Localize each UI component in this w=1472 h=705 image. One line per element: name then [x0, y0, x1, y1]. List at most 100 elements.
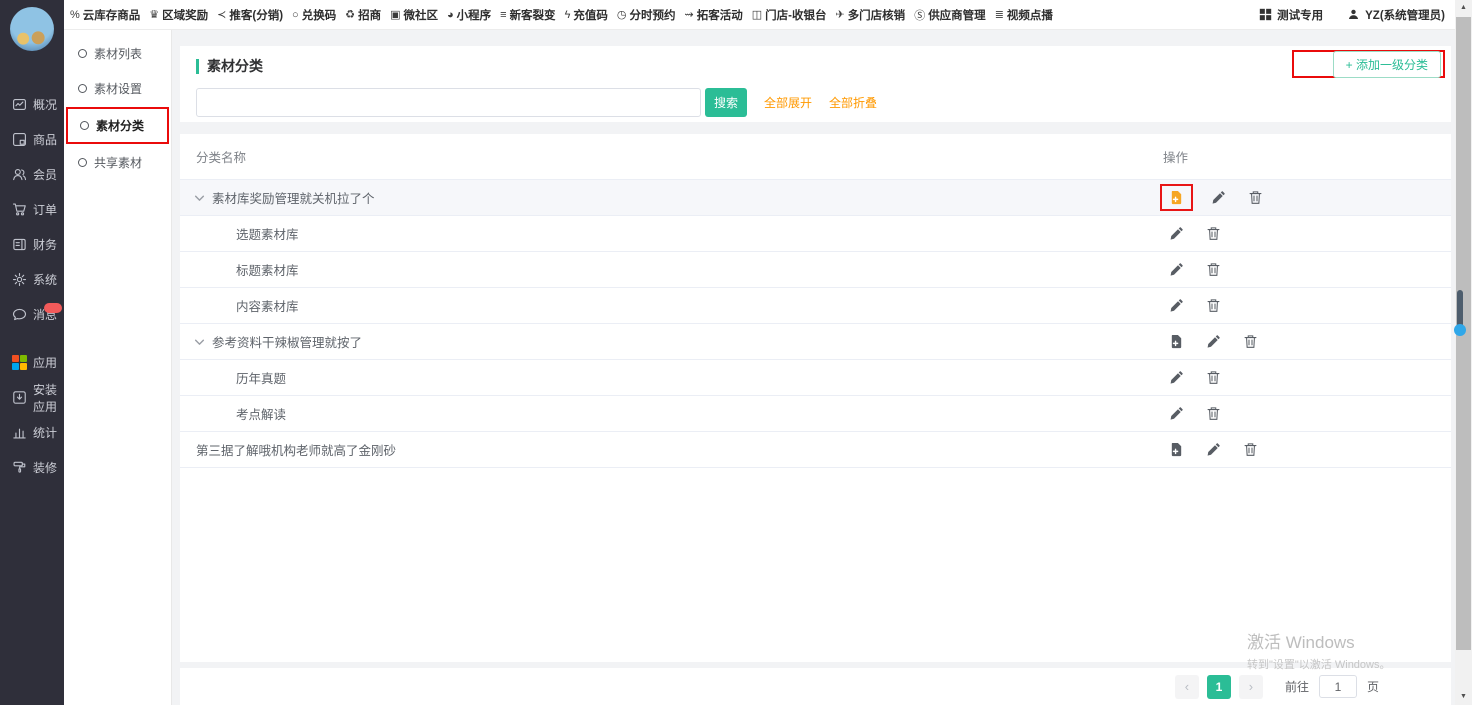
topbar-menu-item[interactable]: ✈多门店核销 — [835, 7, 905, 23]
sidebar-item-finance[interactable]: 财务 — [0, 227, 64, 262]
edit-icon[interactable] — [1206, 442, 1221, 457]
submenu-item-shared-materials[interactable]: 共享素材 — [64, 145, 171, 180]
goto-page-input[interactable] — [1319, 675, 1357, 698]
sidebar-item-overview[interactable]: 概况 — [0, 87, 64, 122]
delete-icon[interactable] — [1243, 334, 1258, 349]
table-row[interactable]: 内容素材库 — [180, 288, 1451, 324]
topbar-menu-label: 分时预约 — [630, 7, 676, 23]
user-menu[interactable]: YZ(系统管理员) — [1347, 7, 1445, 23]
search-row: 搜索 全部展开 全部折叠 — [196, 88, 877, 117]
recycle-icon: ♻ — [345, 8, 355, 21]
scroll-down-icon[interactable]: ▼ — [1455, 689, 1472, 705]
sidebar-item-label: 商品 — [33, 131, 57, 148]
next-page-button[interactable]: › — [1239, 675, 1263, 699]
category-name: 考点解读 — [236, 404, 286, 423]
sidebar-item-members[interactable]: 会员 — [0, 157, 64, 192]
topbar-menu-item[interactable]: ≡新客裂变 — [500, 7, 555, 23]
collapse-caret-icon[interactable] — [194, 337, 205, 348]
submenu-item-material-list[interactable]: 素材列表 — [64, 36, 171, 71]
topbar-menu-item[interactable]: ◷分时预约 — [617, 7, 676, 23]
table-row[interactable]: 选题素材库 — [180, 216, 1451, 252]
table-row[interactable]: 考点解读 — [180, 396, 1451, 432]
edit-icon[interactable] — [1169, 298, 1184, 313]
page-title: 素材分类 — [196, 59, 263, 74]
topbar-menu-label: 视频点播 — [1007, 7, 1053, 23]
sidebar-item-decoration[interactable]: 装修 — [0, 450, 64, 485]
delete-icon[interactable] — [1243, 442, 1258, 457]
delete-icon[interactable] — [1206, 262, 1221, 277]
members-icon — [12, 167, 27, 182]
prev-page-button[interactable]: ‹ — [1175, 675, 1199, 699]
topbar-menu-item[interactable]: ♻招商 — [345, 7, 381, 23]
sidebar-item-apps[interactable]: 应用 — [0, 345, 64, 380]
topbar-menu-item[interactable]: ◫门店-收银台 — [752, 7, 827, 23]
topbar-menu-item[interactable]: %云库存商品 — [70, 7, 140, 23]
delete-icon[interactable] — [1206, 370, 1221, 385]
add-subcategory-icon[interactable] — [1169, 190, 1184, 205]
sidebar-item-messages[interactable]: 消息 — [0, 297, 64, 332]
table-header: 分类名称 操作 — [180, 134, 1451, 180]
submenu: 素材列表 素材设置 素材分类 共享素材 — [64, 30, 172, 705]
category-name: 素材库奖励管理就关机拉了个 — [212, 188, 375, 207]
topbar-menu-item[interactable]: ϟ充值码 — [565, 7, 608, 23]
sidebar-item-install-apps[interactable]: 安装应用 — [0, 380, 64, 415]
message-icon — [12, 307, 27, 322]
delete-icon[interactable] — [1248, 190, 1263, 205]
sidebar-item-label: 统计 — [33, 424, 57, 441]
submenu-item-material-settings[interactable]: 素材设置 — [64, 71, 171, 106]
delete-icon[interactable] — [1206, 298, 1221, 313]
table-row[interactable]: 标题素材库 — [180, 252, 1451, 288]
community-icon: ▣ — [390, 8, 400, 21]
topbar-menu-label: 区域奖励 — [162, 7, 208, 23]
table-row[interactable]: 参考资料干辣椒管理就按了 — [180, 324, 1451, 360]
category-table-card: 分类名称 操作 素材库奖励管理就关机拉了个选题素材库标题素材库内容素材库参考资料… — [180, 134, 1451, 662]
submenu-item-material-categories[interactable]: 素材分类 — [68, 109, 167, 142]
topbar-menu-item[interactable]: ○兑换码 — [292, 7, 336, 23]
add-top-category-button[interactable]: + 添加一级分类 — [1333, 51, 1441, 78]
edit-icon[interactable] — [1206, 334, 1221, 349]
paint-roller-icon — [12, 460, 27, 475]
sidebar-item-orders[interactable]: 订单 — [0, 192, 64, 227]
primary-sidebar: 概况 商品 会员 订单 财务 系统 消息 应用 — [0, 0, 64, 705]
scrollbar[interactable]: ▲ ▼ — [1455, 0, 1472, 705]
submenu-item-label: 素材列表 — [94, 45, 142, 62]
current-page[interactable]: 1 — [1207, 675, 1231, 699]
edit-icon[interactable] — [1169, 226, 1184, 241]
workspace-switcher[interactable]: 测试专用 — [1259, 7, 1323, 23]
topbar-menu-item[interactable]: ▣微社区 — [390, 7, 438, 23]
add-subcategory-icon[interactable] — [1169, 334, 1184, 349]
search-input[interactable] — [196, 88, 701, 117]
radio-circle-icon — [80, 121, 89, 130]
sidebar-item-goods[interactable]: 商品 — [0, 122, 64, 157]
edit-icon[interactable] — [1169, 262, 1184, 277]
table-row[interactable]: 第三据了解哦机构老师就高了金刚砂 — [180, 432, 1451, 468]
sidebar-item-label: 会员 — [33, 166, 57, 183]
topbar-menu-item[interactable]: ♛区域奖励 — [149, 7, 208, 23]
topbar-menu-item[interactable]: ≣视频点播 — [995, 7, 1053, 23]
category-name: 内容素材库 — [236, 296, 299, 315]
topbar-menu-item[interactable]: ⇝拓客活动 — [685, 7, 743, 23]
sidebar-nav-secondary: 应用 安装应用 统计 装修 — [0, 345, 64, 485]
topbar-menu-label: 供应商管理 — [928, 7, 986, 23]
pagination-bar: ‹ 1 › 前往 页 — [180, 668, 1451, 705]
expand-all-link[interactable]: 全部展开 — [764, 94, 812, 111]
sidebar-item-statistics[interactable]: 统计 — [0, 415, 64, 450]
add-subcategory-icon[interactable] — [1169, 442, 1184, 457]
sidebar-item-system[interactable]: 系统 — [0, 262, 64, 297]
scroll-up-icon[interactable]: ▲ — [1455, 0, 1472, 16]
table-row[interactable]: 历年真题 — [180, 360, 1451, 396]
edit-icon[interactable] — [1169, 406, 1184, 421]
fission-icon: ≡ — [500, 9, 506, 21]
collapse-all-link[interactable]: 全部折叠 — [829, 94, 877, 111]
table-row[interactable]: 素材库奖励管理就关机拉了个 — [180, 180, 1451, 216]
topbar-menu-item[interactable]: Ⓢ供应商管理 — [914, 7, 986, 23]
collapse-caret-icon[interactable] — [194, 193, 205, 204]
delete-icon[interactable] — [1206, 226, 1221, 241]
delete-icon[interactable] — [1206, 406, 1221, 421]
edit-icon[interactable] — [1211, 190, 1226, 205]
search-button[interactable]: 搜索 — [705, 88, 747, 117]
topbar-menu-item[interactable]: ≺推客(分销) — [217, 7, 283, 23]
avatar[interactable] — [10, 7, 54, 51]
topbar-menu-item[interactable]: ◕小程序 — [447, 7, 491, 23]
edit-icon[interactable] — [1169, 370, 1184, 385]
